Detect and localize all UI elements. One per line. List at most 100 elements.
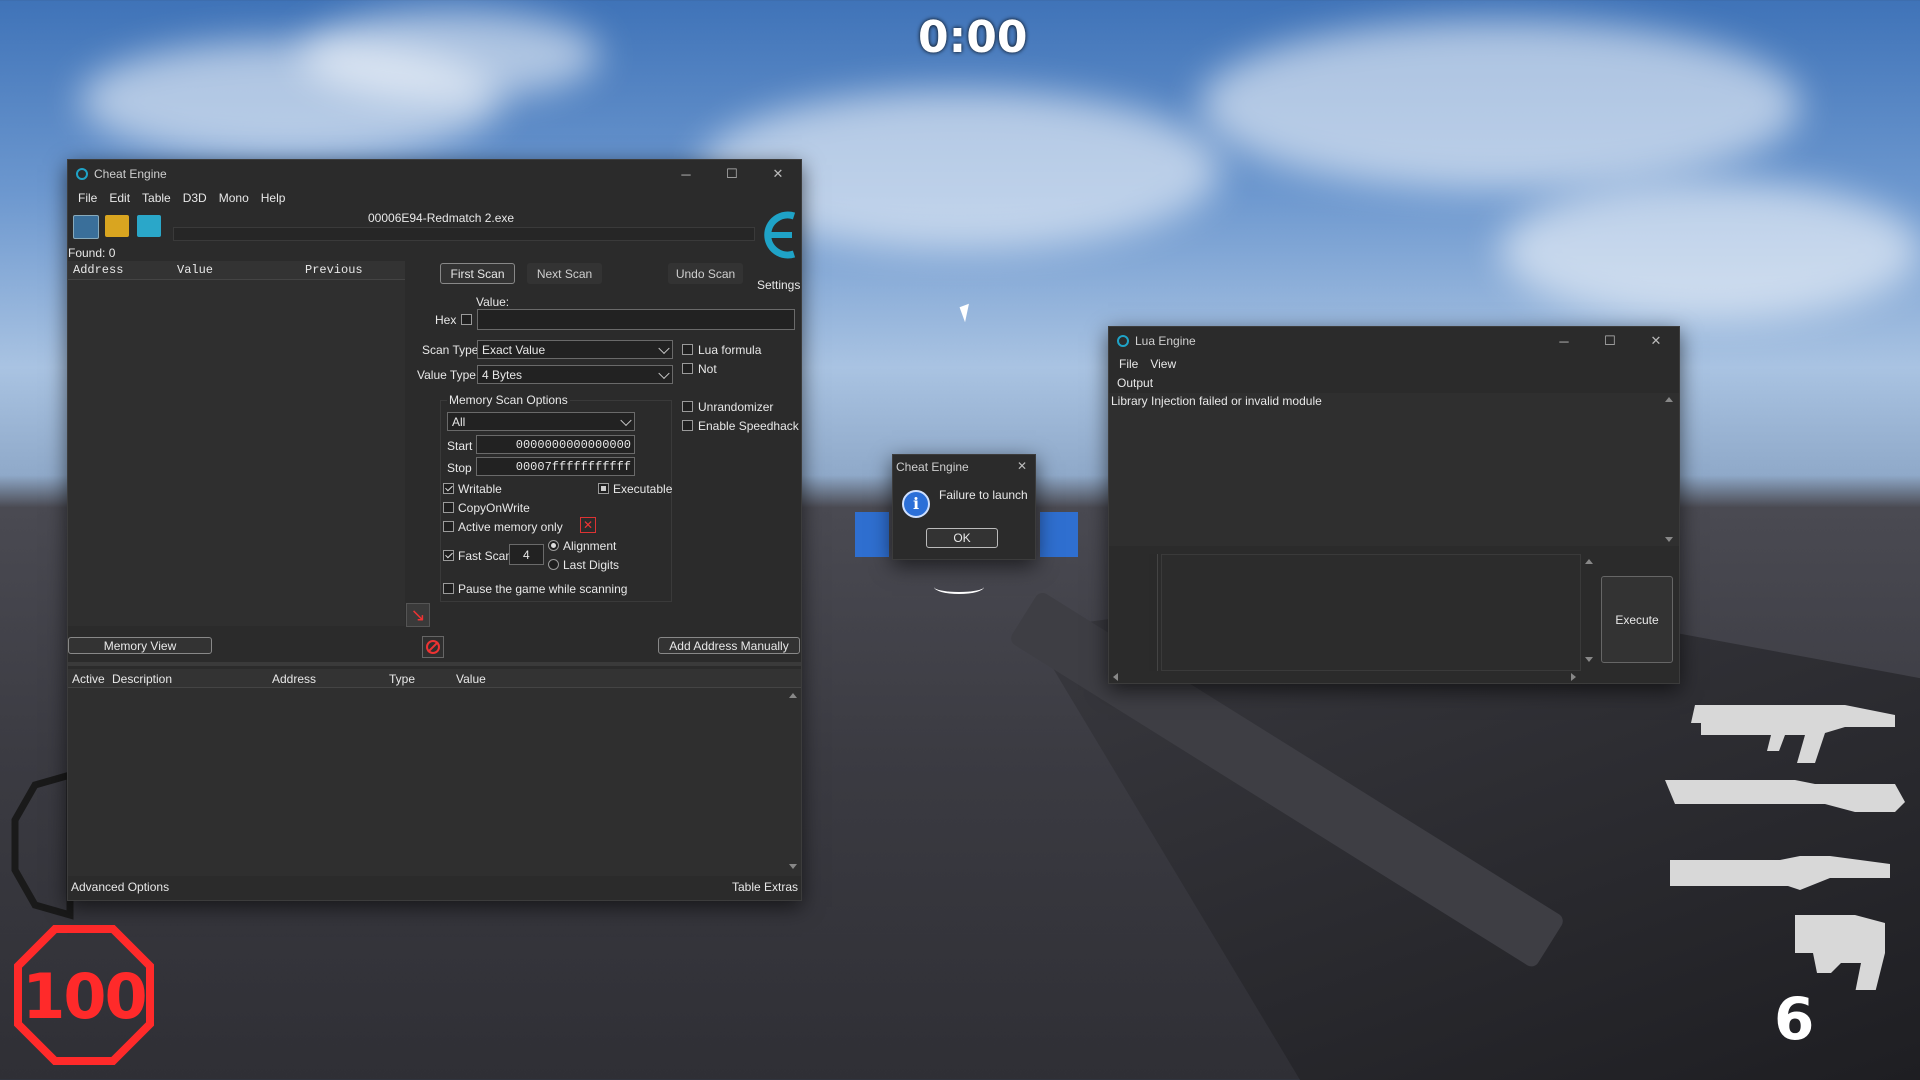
chevron-down-icon xyxy=(620,414,632,426)
value-type-select[interactable]: 4 Bytes xyxy=(477,365,673,384)
close-icon[interactable]: ✕ xyxy=(1633,327,1679,355)
address-table[interactable]: Active Description Address Type Value xyxy=(68,669,801,876)
scan-type-select[interactable]: Exact Value xyxy=(477,340,673,359)
memory-region-select[interactable]: All xyxy=(447,412,635,431)
executable-checkbox[interactable] xyxy=(598,483,609,494)
lua-menu-file[interactable]: File xyxy=(1113,357,1144,371)
active-memory-checkbox[interactable] xyxy=(443,521,454,532)
output-area[interactable]: Library Injection failed or invalid modu… xyxy=(1109,393,1679,546)
menu-d3d[interactable]: D3D xyxy=(177,191,213,205)
col-active[interactable]: Active xyxy=(72,672,105,686)
pause-game-label: Pause the game while scanning xyxy=(458,582,628,596)
start-label: Start xyxy=(447,439,473,453)
fast-scan-checkbox[interactable] xyxy=(443,550,454,561)
speedhack-checkbox[interactable] xyxy=(682,420,693,431)
unrandomizer-checkbox[interactable] xyxy=(682,401,693,412)
minimize-icon[interactable]: ─ xyxy=(663,160,709,188)
stop-address-input[interactable]: 00007fffffffffff xyxy=(476,457,635,476)
table-extras-link[interactable]: Table Extras xyxy=(732,880,798,894)
hscroll-right-icon[interactable] xyxy=(1571,673,1576,681)
open-process-icon[interactable] xyxy=(73,215,99,239)
found-count: Found: 0 xyxy=(68,246,116,260)
scroll-up-icon[interactable] xyxy=(789,693,797,698)
col-table-value[interactable]: Value xyxy=(456,672,486,686)
lua-titlebar[interactable]: Lua Engine ─ ☐ ✕ xyxy=(1109,327,1679,355)
cheat-engine-logo-icon[interactable] xyxy=(756,208,800,266)
menu-file[interactable]: File xyxy=(72,191,103,205)
dialog-ok-button[interactable]: OK xyxy=(926,528,998,548)
settings-link[interactable]: Settings xyxy=(757,278,800,292)
col-value[interactable]: Value xyxy=(177,263,213,277)
unrandomizer-label: Unrandomizer xyxy=(698,400,774,414)
dialog-message: Failure to launch xyxy=(939,488,1028,502)
menu-mono[interactable]: Mono xyxy=(213,191,255,205)
memory-view-button[interactable]: Memory View xyxy=(68,637,212,654)
menu-help[interactable]: Help xyxy=(255,191,292,205)
fast-scan-value-input[interactable]: 4 xyxy=(509,544,544,565)
advanced-options-link[interactable]: Advanced Options xyxy=(71,880,169,894)
menu-edit[interactable]: Edit xyxy=(103,191,136,205)
scan-progress-bar xyxy=(173,227,755,241)
blue-crate-right xyxy=(1040,512,1078,557)
minimize-icon[interactable]: ─ xyxy=(1541,327,1587,355)
add-to-list-arrow-icon[interactable]: ↘ xyxy=(406,603,430,627)
output-label: Output xyxy=(1117,376,1154,390)
ce-app-icon xyxy=(76,168,88,180)
undo-scan-button[interactable]: Undo Scan xyxy=(668,263,743,284)
ce-titlebar[interactable]: Cheat Engine ─ ☐ ✕ xyxy=(68,160,801,188)
lua-menubar: File View xyxy=(1109,355,1679,373)
splitter[interactable] xyxy=(68,662,801,666)
script-input[interactable] xyxy=(1161,554,1581,671)
start-address-input[interactable]: 0000000000000000 xyxy=(476,435,635,454)
add-address-manually-button[interactable]: Add Address Manually xyxy=(658,637,800,654)
menu-table[interactable]: Table xyxy=(136,191,177,205)
lua-menu-view[interactable]: View xyxy=(1144,357,1182,371)
script-scroll-down-icon[interactable] xyxy=(1585,657,1593,662)
crosshair xyxy=(934,580,984,594)
chevron-down-icon xyxy=(658,367,670,379)
found-list[interactable]: Address Value Previous xyxy=(68,261,405,626)
col-description[interactable]: Description xyxy=(112,672,172,686)
ce-menubar: File Edit Table D3D Mono Help xyxy=(68,188,801,208)
chevron-down-icon xyxy=(658,342,670,354)
lua-app-icon xyxy=(1117,335,1129,347)
execute-button[interactable]: Execute xyxy=(1601,576,1673,663)
hex-checkbox[interactable] xyxy=(461,314,472,325)
col-address[interactable]: Address xyxy=(73,263,123,277)
value-input[interactable] xyxy=(477,309,795,330)
lua-formula-checkbox[interactable] xyxy=(682,344,693,355)
next-scan-button[interactable]: Next Scan xyxy=(527,263,602,284)
alignment-radio[interactable] xyxy=(548,540,559,551)
clear-x-icon[interactable]: ✕ xyxy=(580,517,596,533)
pause-game-checkbox[interactable] xyxy=(443,583,454,594)
line-gutter xyxy=(1149,554,1158,671)
dialog-titlebar[interactable]: Cheat Engine ✕ xyxy=(893,455,1035,479)
save-file-icon[interactable] xyxy=(137,215,161,237)
first-scan-button[interactable]: First Scan xyxy=(440,263,515,284)
hscroll-left-icon[interactable] xyxy=(1113,673,1118,681)
cheat-engine-window: Cheat Engine ─ ☐ ✕ File Edit Table D3D M… xyxy=(67,159,802,901)
maximize-icon[interactable]: ☐ xyxy=(1587,327,1633,355)
last-digits-radio[interactable] xyxy=(548,559,559,570)
not-label: Not xyxy=(698,362,717,376)
info-icon: i xyxy=(902,490,930,518)
open-file-icon[interactable] xyxy=(105,215,129,237)
scroll-down-icon[interactable] xyxy=(789,864,797,869)
col-type[interactable]: Type xyxy=(389,672,415,686)
maximize-icon[interactable]: ☐ xyxy=(709,160,755,188)
mouse-cursor xyxy=(959,303,975,323)
scroll-down-icon[interactable] xyxy=(1665,537,1673,542)
col-table-address[interactable]: Address xyxy=(272,672,316,686)
script-scroll-up-icon[interactable] xyxy=(1585,559,1593,564)
dialog-close-icon[interactable]: ✕ xyxy=(1017,459,1027,473)
writable-checkbox[interactable] xyxy=(443,483,454,494)
scroll-up-icon[interactable] xyxy=(1665,397,1673,402)
stop-sign-icon[interactable] xyxy=(422,636,444,658)
dialog-title: Cheat Engine xyxy=(896,460,969,474)
not-checkbox[interactable] xyxy=(682,363,693,374)
copyonwrite-checkbox[interactable] xyxy=(443,502,454,513)
vertical-scrollbar[interactable] xyxy=(787,691,799,871)
col-previous[interactable]: Previous xyxy=(305,263,363,277)
value-type-label: Value Type xyxy=(417,368,476,382)
close-icon[interactable]: ✕ xyxy=(755,160,801,188)
